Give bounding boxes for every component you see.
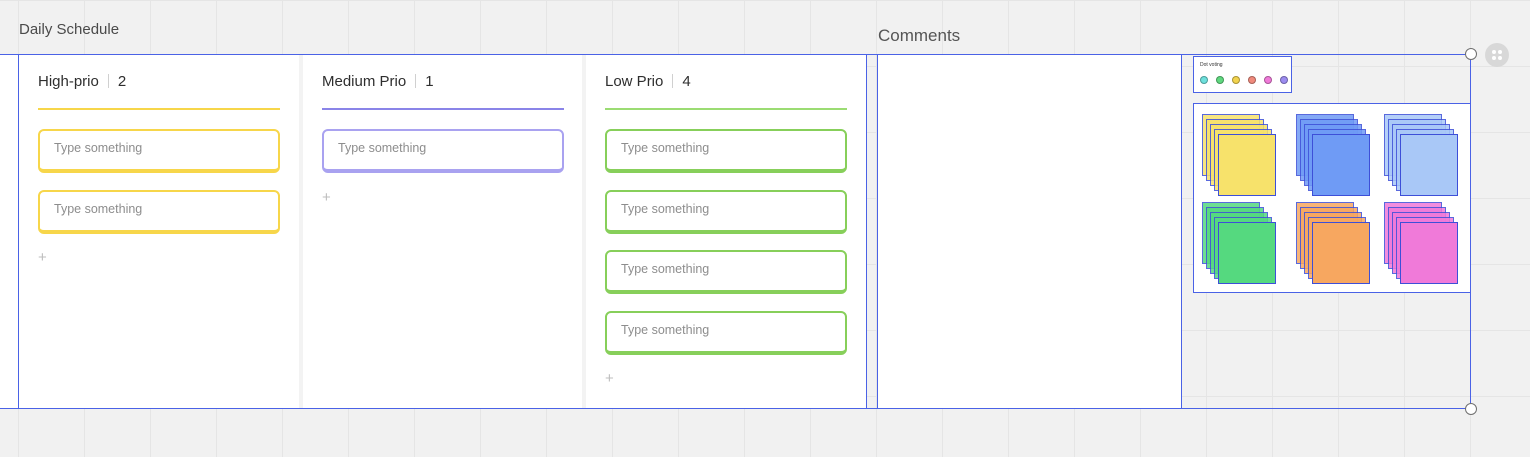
add-card-button[interactable]: + — [605, 371, 614, 386]
column-title: High-prio — [38, 73, 99, 90]
task-card[interactable]: Type something — [38, 129, 280, 173]
card-placeholder: Type something — [54, 141, 143, 155]
column-count: 2 — [117, 73, 127, 90]
dot-voting-title: Dot voting — [1200, 62, 1223, 68]
sticky-note[interactable] — [1218, 222, 1276, 284]
more-icon[interactable] — [1485, 43, 1509, 67]
column-divider — [582, 55, 586, 408]
header-separator — [415, 74, 417, 88]
sticky-note-stack[interactable] — [1202, 202, 1280, 284]
task-card[interactable]: Type something — [322, 129, 564, 173]
sticky-note[interactable] — [1400, 134, 1458, 196]
vote-dot-cyan[interactable] — [1200, 76, 1208, 84]
sticky-note-stack[interactable] — [1296, 114, 1374, 196]
plus-icon: + — [605, 370, 614, 387]
card-placeholder: Type something — [621, 323, 710, 337]
vote-dot-red[interactable] — [1248, 76, 1256, 84]
selection-divider — [1181, 54, 1182, 409]
column-accent-line — [605, 108, 847, 110]
frame-title-daily-schedule[interactable]: Daily Schedule — [19, 21, 119, 38]
header-separator — [672, 74, 674, 88]
card-placeholder: Type something — [621, 262, 710, 276]
column-accent-line — [38, 108, 280, 110]
add-card-button[interactable]: + — [38, 250, 47, 265]
card-placeholder: Type something — [338, 141, 427, 155]
sticky-note-stack[interactable] — [1202, 114, 1280, 196]
plus-icon: + — [38, 249, 47, 266]
sticky-note-stack[interactable] — [1296, 202, 1374, 284]
task-card[interactable]: Type something — [38, 190, 280, 234]
task-card[interactable]: Type something — [605, 250, 847, 294]
column-divider — [299, 55, 303, 408]
card-placeholder: Type something — [54, 202, 143, 216]
vote-dot-purple[interactable] — [1280, 76, 1288, 84]
task-card[interactable]: Type something — [605, 190, 847, 234]
frame-title-comments[interactable]: Comments — [878, 26, 960, 46]
sticky-note[interactable] — [1218, 134, 1276, 196]
column-count: 1 — [425, 73, 434, 90]
task-card[interactable]: Type something — [605, 311, 847, 355]
sticky-note-stack[interactable] — [1384, 114, 1462, 196]
vote-dot-yellow[interactable] — [1232, 76, 1240, 84]
sticky-note-stack[interactable] — [1384, 202, 1462, 284]
column-header[interactable]: Medium Prio 1 — [322, 73, 434, 90]
frame-inner-border — [18, 54, 19, 409]
sticky-note[interactable] — [1312, 222, 1370, 284]
card-placeholder: Type something — [621, 202, 710, 216]
vote-dot-green[interactable] — [1216, 76, 1224, 84]
column-header[interactable]: High-prio 2 — [38, 73, 126, 90]
column-title: Medium Prio — [322, 73, 407, 90]
plus-icon: + — [322, 189, 331, 206]
card-placeholder: Type something — [621, 141, 710, 155]
column-header[interactable]: Low Prio 4 — [605, 73, 691, 90]
vote-dot-pink[interactable] — [1264, 76, 1272, 84]
sticky-note[interactable] — [1400, 222, 1458, 284]
column-accent-line — [322, 108, 564, 110]
task-card[interactable]: Type something — [605, 129, 847, 173]
add-card-button[interactable]: + — [322, 190, 331, 205]
column-count: 4 — [682, 73, 691, 90]
resize-handle-icon[interactable] — [1465, 48, 1477, 60]
column-title: Low Prio — [605, 73, 664, 90]
sticky-note[interactable] — [1312, 134, 1370, 196]
dot-voting-widget[interactable]: Dot voting — [1193, 56, 1292, 93]
header-separator — [107, 74, 109, 88]
resize-handle-icon[interactable] — [1465, 403, 1477, 415]
